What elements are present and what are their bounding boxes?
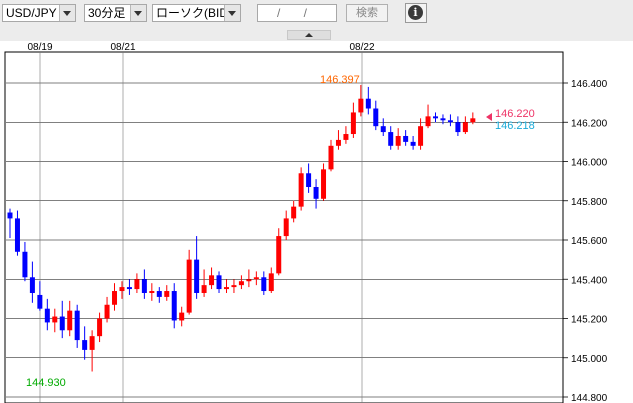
candle-body xyxy=(89,336,95,350)
candle-body xyxy=(343,134,349,140)
candle-body xyxy=(365,98,371,109)
y-tick-label: 145.000 xyxy=(571,354,608,365)
x-tick-label: 08/21 xyxy=(110,42,135,53)
candle-body xyxy=(82,340,88,350)
candle-body xyxy=(209,275,215,286)
candle-body xyxy=(321,169,327,199)
candle-body xyxy=(164,291,170,297)
candle-body xyxy=(156,291,162,297)
candle-body xyxy=(104,304,110,319)
x-tick-label: 08/19 xyxy=(27,42,52,53)
candle-body xyxy=(388,132,394,146)
candle-body xyxy=(44,308,50,323)
candlestick-chart: 146.400 146.200 146.000 145.800 145.600 145.4… xyxy=(0,41,633,403)
candle-body xyxy=(276,236,282,274)
candle-body xyxy=(440,118,446,121)
candle-body xyxy=(253,277,259,280)
candle-body xyxy=(410,141,416,146)
y-tick-label: 146.000 xyxy=(571,158,608,169)
candle-body xyxy=(37,294,43,309)
candle-body xyxy=(291,206,297,219)
candle-body xyxy=(201,285,207,293)
candle-body xyxy=(358,98,364,113)
candle-body xyxy=(186,259,192,313)
candle-body xyxy=(194,259,200,293)
candle-body xyxy=(470,118,476,123)
ask-label: 146.218 xyxy=(495,120,535,132)
candle-body xyxy=(350,112,356,135)
candle-body xyxy=(268,273,274,292)
candle-body xyxy=(298,173,304,207)
candle-body xyxy=(328,145,334,170)
x-tick-label: 08/22 xyxy=(349,42,374,53)
candle-body xyxy=(59,316,65,331)
candle-body xyxy=(171,291,177,321)
candle-body xyxy=(261,277,267,292)
candle-body xyxy=(119,287,125,292)
bid-label: 146.220 xyxy=(495,108,535,120)
candle-body xyxy=(7,212,13,219)
y-tick-label: 145.800 xyxy=(571,197,608,208)
candle-body xyxy=(306,173,312,188)
candle-body xyxy=(179,312,185,321)
candle-body xyxy=(425,116,431,127)
candle-body xyxy=(373,108,379,127)
candle-body xyxy=(283,218,289,237)
candle-body xyxy=(418,126,424,146)
candle-body xyxy=(52,316,58,323)
candle-body xyxy=(97,318,103,337)
candle-body xyxy=(403,135,409,142)
candle-body xyxy=(141,279,147,293)
low-label: 144.930 xyxy=(26,377,66,389)
candle-body xyxy=(380,126,386,133)
candle-body xyxy=(14,218,20,252)
candle-body xyxy=(447,120,453,123)
y-tick-label: 146.200 xyxy=(571,118,608,129)
candle-body xyxy=(216,275,222,290)
y-tick-label: 145.200 xyxy=(571,315,608,326)
y-tick-label: 145.400 xyxy=(571,275,608,286)
candle-body xyxy=(395,135,401,146)
candle-body xyxy=(231,285,237,288)
candle-body xyxy=(67,310,73,331)
candle-body xyxy=(74,310,80,341)
high-label: 146.397 xyxy=(320,74,360,86)
candle-body xyxy=(246,279,252,282)
candle-body xyxy=(462,122,468,133)
y-tick-label: 145.600 xyxy=(571,236,608,247)
candle-body xyxy=(223,287,229,290)
y-tick-label: 144.800 xyxy=(571,393,608,403)
candle-body xyxy=(22,251,28,278)
y-tick-label: 146.400 xyxy=(571,79,608,90)
candle-body xyxy=(238,281,244,286)
candle-body xyxy=(149,291,155,293)
candle-body xyxy=(112,291,118,305)
candle-body xyxy=(29,277,35,293)
candle-body xyxy=(433,116,439,119)
candle-body xyxy=(134,279,140,290)
candle-body xyxy=(126,287,132,290)
candle-body xyxy=(455,122,461,133)
candle-body xyxy=(335,139,341,146)
candle-body xyxy=(313,187,319,199)
